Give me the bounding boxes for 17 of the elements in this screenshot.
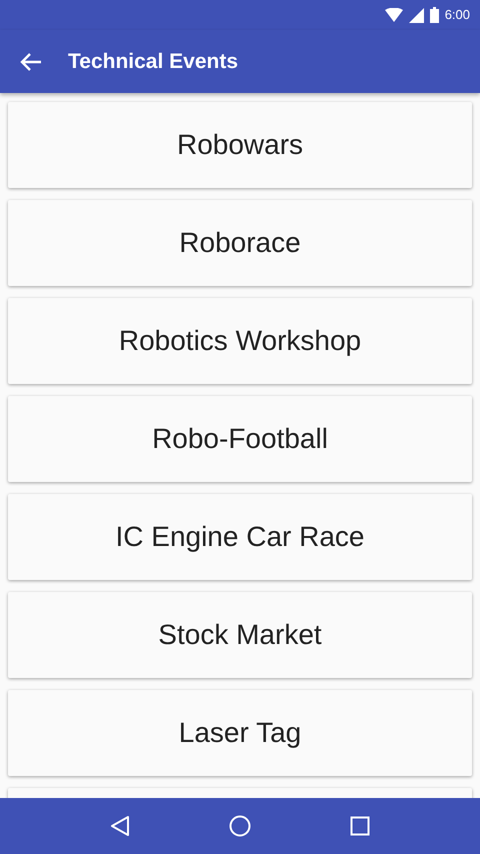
status-time: 6:00 <box>444 6 470 24</box>
battery-icon <box>430 7 439 23</box>
event-card[interactable]: Roborace <box>8 200 472 286</box>
signal-icon <box>408 8 424 22</box>
home-button[interactable] <box>228 815 251 837</box>
back-nav-button[interactable] <box>110 815 130 837</box>
event-card[interactable]: Robo-Football <box>8 396 472 482</box>
event-card[interactable]: Robowars <box>8 102 472 188</box>
event-card[interactable]: Robotics Workshop <box>8 298 472 384</box>
event-card[interactable]: Stock Market <box>8 592 472 678</box>
event-card[interactable]: Laser Tag <box>8 690 472 776</box>
back-arrow-icon <box>20 52 42 72</box>
screen-title: Technical Events <box>68 48 238 75</box>
recents-button[interactable] <box>350 816 370 836</box>
event-card[interactable]: IC Engine Car Race <box>8 494 472 580</box>
wifi-icon <box>384 8 403 22</box>
back-button[interactable] <box>20 52 42 72</box>
